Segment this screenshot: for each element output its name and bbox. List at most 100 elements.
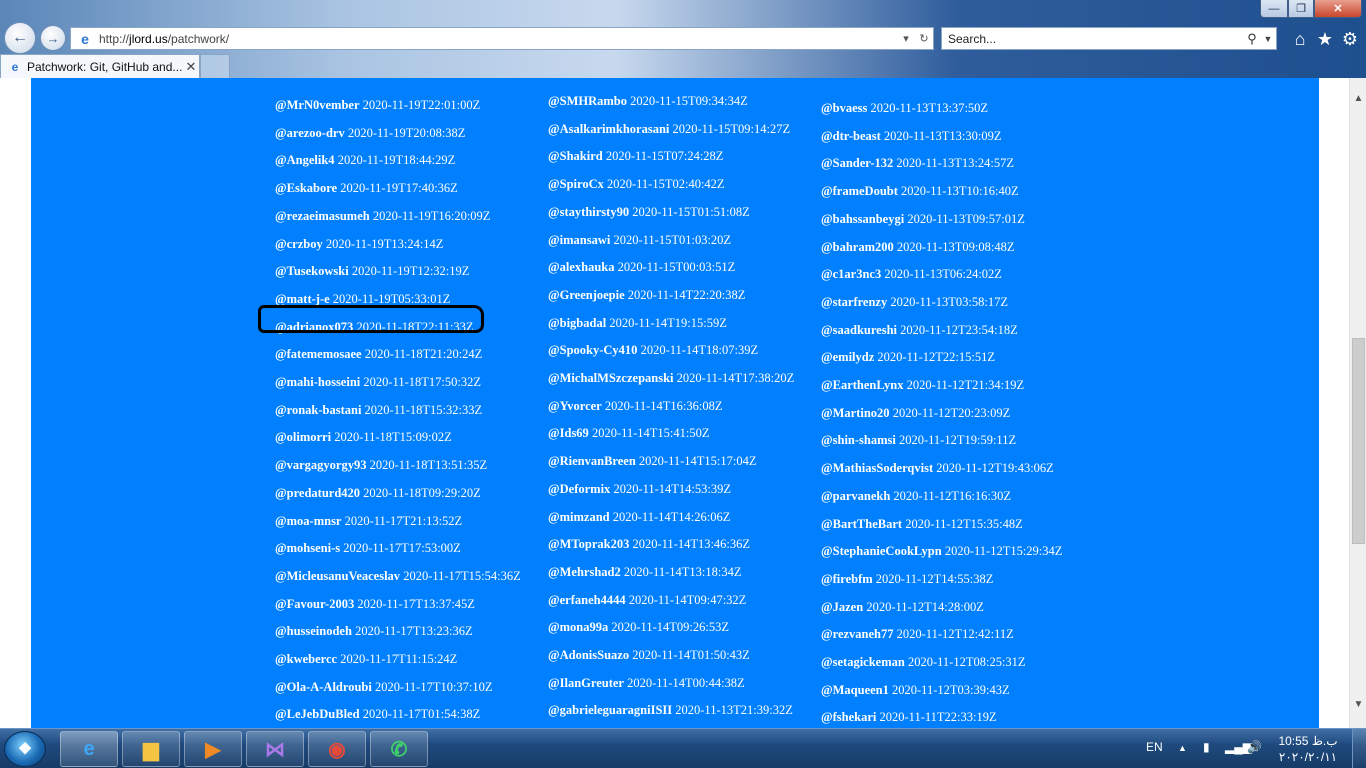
contributor-username-link[interactable]: @emilydz xyxy=(821,350,874,364)
taskbar-internet-explorer[interactable]: e xyxy=(60,731,118,767)
contributor-username-link[interactable]: @Asalkarimkhorasani xyxy=(548,122,669,136)
contributor-username-link[interactable]: @olimorri xyxy=(275,430,331,444)
contributor-username-link[interactable]: @Ids69 xyxy=(548,426,589,440)
contributor-username-link[interactable]: @moa-mnsr xyxy=(275,514,341,528)
contributor-username-link[interactable]: @SMHRambo xyxy=(548,94,627,108)
contributor-username-link[interactable]: @parvanekh xyxy=(821,489,890,503)
contributor-username-link[interactable]: @Angelik4 xyxy=(275,153,335,167)
contributor-username-link[interactable]: @c1ar3nc3 xyxy=(821,267,881,281)
address-bar[interactable]: e http://jlord.us/patchwork/ ▾ ↻ xyxy=(70,27,934,50)
contributor-username-link[interactable]: @rezvaneh77 xyxy=(821,627,894,641)
close-window-button[interactable]: ✕ xyxy=(1314,0,1362,18)
contributor-username-link[interactable]: @Eskabore xyxy=(275,181,337,195)
scroll-thumb[interactable] xyxy=(1352,338,1365,544)
maximize-button[interactable]: ❐ xyxy=(1288,0,1314,18)
contributor-username-link[interactable]: @Tusekowski xyxy=(275,264,349,278)
contributor-username-link[interactable]: @SpiroCx xyxy=(548,177,604,191)
back-button[interactable]: ← xyxy=(4,22,36,54)
refresh-icon[interactable]: ↻ xyxy=(915,32,933,45)
contributor-username-link[interactable]: @Deformix xyxy=(548,482,610,496)
contributor-username-link[interactable]: @bvaess xyxy=(821,101,867,115)
contributor-username-link[interactable]: @Greenjoepie xyxy=(548,288,625,302)
address-url[interactable]: http://jlord.us/patchwork/ xyxy=(99,32,897,46)
contributor-username-link[interactable]: @BartTheBart xyxy=(821,517,902,531)
contributor-username-link[interactable]: @frameDoubt xyxy=(821,184,898,198)
contributor-username-link[interactable]: @vargagyorgy93 xyxy=(275,458,366,472)
contributor-username-link[interactable]: @LeJebDuBled xyxy=(275,707,360,721)
contributor-username-link[interactable]: @dtr-beast xyxy=(821,129,881,143)
taskbar-media-player[interactable]: ▶ xyxy=(184,731,242,767)
scroll-down-icon[interactable]: ▼ xyxy=(1350,696,1366,713)
contributor-username-link[interactable]: @mimzand xyxy=(548,510,610,524)
taskbar-chrome[interactable]: ◉ xyxy=(308,731,366,767)
contributor-username-link[interactable]: @Maqueen1 xyxy=(821,683,889,697)
search-box[interactable]: ⚲ ▼ xyxy=(941,27,1277,50)
contributor-username-link[interactable]: @Jazen xyxy=(821,600,863,614)
contributor-username-link[interactable]: @alexhauka xyxy=(548,260,615,274)
contributor-username-link[interactable]: @crzboy xyxy=(275,237,323,251)
contributor-username-link[interactable]: @RienvanBreen xyxy=(548,454,636,468)
close-tab-icon[interactable]: ✕ xyxy=(183,59,199,75)
contributor-username-link[interactable]: @bahssanbeygi xyxy=(821,212,904,226)
scroll-up-icon[interactable]: ▲ xyxy=(1350,90,1366,107)
contributor-username-link[interactable]: @imansawi xyxy=(548,233,610,247)
contributor-username-link[interactable]: @fatememosaee xyxy=(275,347,362,361)
contributor-username-link[interactable]: @mohseni-s xyxy=(275,541,340,555)
contributor-username-link[interactable]: @MrN0vember xyxy=(275,98,360,112)
contributor-username-link[interactable]: @mona99a xyxy=(548,620,608,634)
contributor-username-link[interactable]: @AdonisSuazo xyxy=(548,648,629,662)
contributor-username-link[interactable]: @shin-shamsi xyxy=(821,433,896,447)
contributor-username-link[interactable]: @MathiasSoderqvist xyxy=(821,461,933,475)
contributor-username-link[interactable]: @IlanGreuter xyxy=(548,676,624,690)
contributor-username-link[interactable]: @fshekari xyxy=(821,710,876,724)
taskbar-whatsapp[interactable]: ✆ xyxy=(370,731,428,767)
language-indicator[interactable]: EN xyxy=(1146,740,1163,754)
contributor-username-link[interactable]: @rezaeimasumeh xyxy=(275,209,370,223)
contributor-username-link[interactable]: @Spooky-Cy410 xyxy=(548,343,637,357)
contributor-username-link[interactable]: @Favour-2003 xyxy=(275,597,354,611)
contributor-username-link[interactable]: @Martino20 xyxy=(821,406,890,420)
contributor-username-link[interactable]: @firebfm xyxy=(821,572,873,586)
home-icon[interactable]: ⌂ xyxy=(1289,28,1311,50)
contributor-username-link[interactable]: @arezoo-drv xyxy=(275,126,345,140)
show-hidden-icons-icon[interactable]: ▲ xyxy=(1178,743,1187,753)
contributor-username-link[interactable]: @StephanieCookLypn xyxy=(821,544,942,558)
contributor-username-link[interactable]: @MichalMSzczepanski xyxy=(548,371,674,385)
star-icon[interactable]: ★ xyxy=(1314,28,1336,50)
contributor-username-link[interactable]: @staythirsty90 xyxy=(548,205,629,219)
vertical-scrollbar[interactable]: ▲ ▼ xyxy=(1349,78,1366,728)
contributor-username-link[interactable]: @matt-j-e xyxy=(275,292,330,306)
address-dropdown-icon[interactable]: ▾ xyxy=(897,32,915,45)
taskbar-file-explorer[interactable]: ▆ xyxy=(122,731,180,767)
contributor-username-link[interactable]: @Sander-132 xyxy=(821,156,893,170)
contributor-username-link[interactable]: @kwebercc xyxy=(275,652,337,666)
contributor-username-link[interactable]: @MicleusanuVeaceslav xyxy=(275,569,400,583)
forward-button[interactable]: → xyxy=(40,25,66,51)
search-input[interactable] xyxy=(942,31,1244,46)
start-button[interactable]: ❖ xyxy=(4,731,46,767)
contributor-username-link[interactable]: @mahi-hosseini xyxy=(275,375,360,389)
contributor-username-link[interactable]: @MToprak203 xyxy=(548,537,629,551)
contributor-username-link[interactable]: @erfaneh4444 xyxy=(548,593,626,607)
search-icon[interactable]: ⚲ xyxy=(1244,31,1260,47)
volume-icon[interactable]: 🔊 xyxy=(1247,740,1262,754)
tab-patchwork[interactable]: e Patchwork: Git, GitHub and... ✕ xyxy=(0,54,200,78)
show-desktop-button[interactable] xyxy=(1352,729,1366,768)
contributor-username-link[interactable]: @Shakird xyxy=(548,149,603,163)
chevron-down-icon[interactable]: ▼ xyxy=(1260,34,1276,44)
contributor-username-link[interactable]: @bigbadal xyxy=(548,316,606,330)
contributor-username-link[interactable]: @EarthenLynx xyxy=(821,378,903,392)
battery-icon[interactable]: ▮ xyxy=(1203,740,1210,754)
gear-icon[interactable]: ⚙ xyxy=(1339,28,1361,50)
new-tab-button[interactable] xyxy=(200,54,230,78)
contributor-username-link[interactable]: @setagickeman xyxy=(821,655,905,669)
contributor-username-link[interactable]: @starfrenzy xyxy=(821,295,887,309)
contributor-username-link[interactable]: @saadkureshi xyxy=(821,323,897,337)
contributor-username-link[interactable]: @husseinodeh xyxy=(275,624,352,638)
contributor-username-link[interactable]: @Ola-A-Aldroubi xyxy=(275,680,372,694)
contributor-username-link[interactable]: @gabrieleguaragniISII xyxy=(548,703,672,717)
contributor-username-link[interactable]: @Yvorcer xyxy=(548,399,602,413)
contributor-username-link[interactable]: @ronak-bastani xyxy=(275,403,361,417)
contributor-username-link[interactable]: @bahram200 xyxy=(821,240,894,254)
clock[interactable]: 10:55 ب.ظ ۲۰۲۰/۲۰/۱۱ xyxy=(1272,733,1344,765)
